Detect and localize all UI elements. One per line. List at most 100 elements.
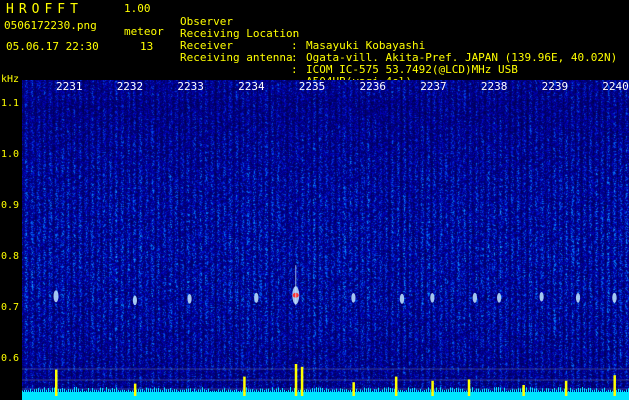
frequency-tick-label: 0.9: [1, 200, 20, 211]
meteor-echo-glow: [351, 293, 356, 303]
power-baseline-tick: [498, 387, 499, 392]
power-baseline-tick: [338, 390, 339, 392]
power-baseline-tick: [464, 390, 465, 392]
power-baseline-tick: [298, 390, 299, 392]
power-baseline-tick: [596, 388, 597, 392]
power-baseline-tick: [588, 387, 589, 392]
frequency-tick-label: 0.7: [1, 302, 20, 313]
power-baseline-tick: [268, 388, 269, 392]
power-baseline-tick: [246, 387, 247, 392]
meteor-count-value: 13: [140, 40, 154, 53]
power-baseline-tick: [594, 389, 595, 392]
power-baseline-tick: [194, 388, 195, 392]
meteor-echo: [53, 290, 59, 303]
power-baseline-tick: [584, 388, 585, 392]
power-baseline-tick: [118, 390, 119, 392]
power-baseline-tick: [62, 387, 63, 392]
power-baseline-tick: [530, 387, 531, 392]
power-baseline-tick: [92, 387, 93, 392]
power-baseline-tick: [166, 389, 167, 392]
time-tick-label: 2237: [420, 80, 447, 93]
power-baseline-tick: [32, 390, 33, 392]
power-baseline-tick: [146, 387, 147, 392]
power-baseline-tick: [370, 388, 371, 392]
power-baseline-tick: [618, 388, 619, 392]
file-name: 0506172230.png: [4, 19, 97, 32]
power-baseline-tick: [240, 390, 241, 392]
power-baseline-tick: [326, 388, 327, 392]
meteor-echo: [539, 291, 544, 302]
power-baseline-tick: [270, 390, 271, 392]
power-baseline-tick: [308, 390, 309, 392]
info-key: Receiving antenna: [180, 51, 293, 64]
power-baseline-tick: [388, 387, 389, 392]
power-baseline-tick: [452, 387, 453, 392]
power-baseline-tick: [66, 390, 67, 392]
power-baseline-tick: [206, 389, 207, 392]
power-baseline-tick: [400, 389, 401, 392]
power-baseline-tick: [84, 390, 85, 392]
power-baseline-tick: [444, 390, 445, 392]
meteor-echo: [187, 294, 192, 304]
power-baseline-tick: [258, 390, 259, 392]
power-baseline-tick: [208, 388, 209, 392]
power-baseline-tick: [434, 390, 435, 392]
power-baseline-tick: [550, 390, 551, 392]
frequency-tick-label: 1.1: [1, 98, 20, 109]
power-baseline-tick: [238, 390, 239, 392]
power-baseline-tick: [604, 387, 605, 392]
power-baseline-tick: [526, 387, 527, 392]
power-baseline-tick: [456, 387, 457, 392]
power-baseline-tick: [286, 390, 287, 392]
power-baseline-tick: [236, 389, 237, 392]
power-baseline-tick: [476, 388, 477, 392]
power-baseline-tick: [416, 389, 417, 392]
power-baseline-tick: [42, 389, 43, 392]
power-baseline-tick: [154, 387, 155, 392]
power-baseline-tick: [138, 389, 139, 392]
power-spike: [294, 364, 298, 396]
power-baseline-tick: [484, 388, 485, 392]
power-baseline-tick: [490, 390, 491, 392]
power-baseline-tick: [520, 388, 521, 392]
power-baseline-tick: [172, 390, 173, 392]
power-baseline-tick: [344, 389, 345, 392]
power-baseline-tick: [612, 390, 613, 392]
power-baseline-tick: [314, 388, 315, 392]
power-baseline-tick: [140, 389, 141, 392]
power-baseline-tick: [346, 389, 347, 392]
power-baseline-tick: [276, 388, 277, 392]
info-row-antenna: Receiving antenna : A504HB(yagi 4el): [180, 40, 412, 88]
power-baseline-tick: [98, 390, 99, 392]
power-baseline-tick: [436, 387, 437, 392]
power-baseline-tick: [602, 389, 603, 392]
power-baseline-tick: [592, 390, 593, 392]
power-baseline-tick: [30, 388, 31, 392]
power-baseline-tick: [440, 387, 441, 392]
power-baseline-tick: [264, 390, 265, 392]
power-baseline-tick: [148, 388, 149, 392]
power-baseline-tick: [214, 390, 215, 392]
power-baseline-tick: [90, 390, 91, 392]
power-baseline-tick: [88, 388, 89, 392]
meteor-count-label: meteor: [124, 25, 164, 38]
power-baseline-tick: [362, 390, 363, 392]
power-baseline-tick: [410, 388, 411, 392]
power-baseline-tick: [412, 388, 413, 392]
power-baseline-tick: [292, 390, 293, 392]
power-baseline-tick: [578, 387, 579, 392]
power-baseline-tick: [58, 388, 59, 392]
power-baseline-tick: [404, 390, 405, 392]
meteor-echo-glow: [430, 293, 435, 303]
meteor-echo-glow: [53, 290, 59, 303]
power-baseline-tick: [262, 388, 263, 392]
power-baseline-tick: [510, 389, 511, 392]
power-baseline-tick: [142, 388, 143, 392]
power-spike: [352, 382, 355, 396]
power-baseline-tick: [186, 388, 187, 392]
power-baseline-tick: [76, 387, 77, 392]
power-baseline-tick: [218, 389, 219, 392]
power-spike: [522, 385, 525, 396]
power-baseline-tick: [534, 388, 535, 392]
power-baseline-tick: [86, 390, 87, 392]
